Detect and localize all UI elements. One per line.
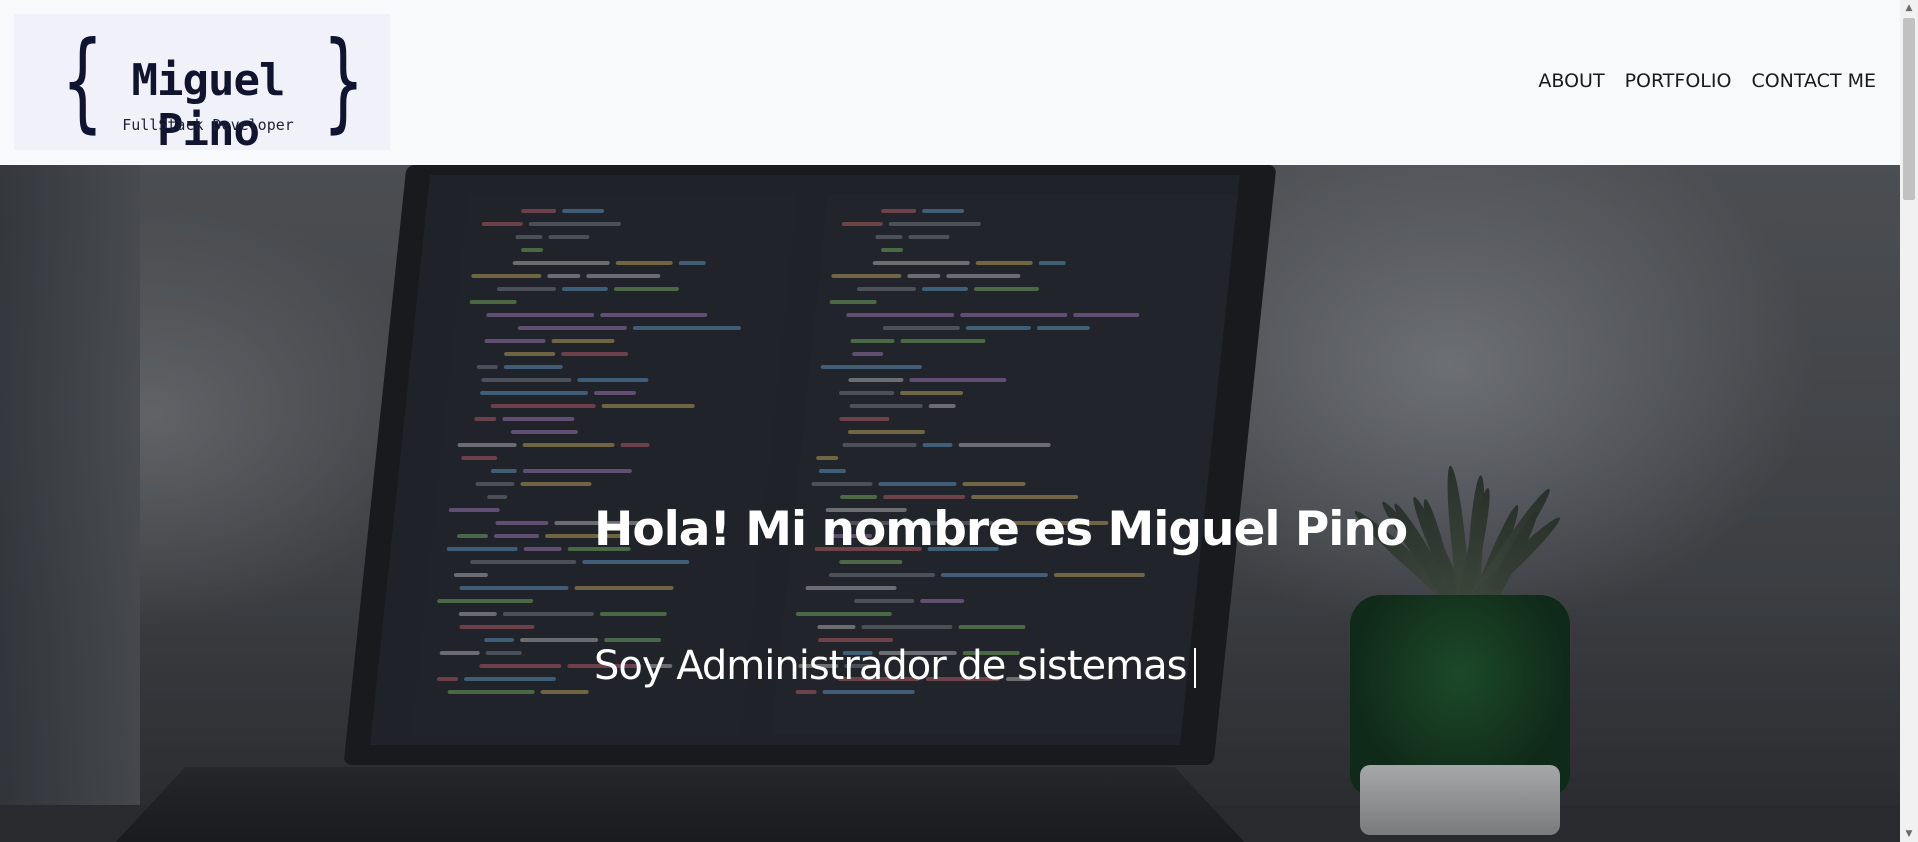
site-header: { Miguel Pino FullStack Developer } ABOU… [0,0,1900,165]
hero-subtitle-wrap: Soy Administrador de sistemas [594,643,1197,689]
hero-title: Hola! Mi nombre es Miguel Pino [594,502,1408,557]
hero-subtitle: Soy Administrador de sistemas [594,643,1187,689]
scroll-thumb[interactable] [1903,18,1915,200]
logo-subtitle: FullStack Developer [122,116,294,134]
hero-section: Hola! Mi nombre es Miguel Pino Soy Admin… [0,165,1900,842]
logo[interactable]: { Miguel Pino FullStack Developer } [14,14,390,156]
scroll-up-icon[interactable]: ▲ [1900,0,1918,16]
nav-about[interactable]: ABOUT [1538,70,1604,92]
nav-portfolio[interactable]: PORTFOLIO [1625,70,1732,92]
scroll-down-icon[interactable]: ▼ [1900,826,1918,842]
scrollbar[interactable]: ▲ ▼ [1900,0,1918,842]
typing-cursor [1194,648,1197,688]
logo-name: Miguel Pino [131,55,286,156]
page: { Miguel Pino FullStack Developer } ABOU… [0,0,1918,842]
nav-contact-me[interactable]: CONTACT ME [1751,70,1876,92]
main-nav: ABOUT PORTFOLIO CONTACT ME [1538,70,1876,92]
logo-brace-right: } [323,19,364,144]
